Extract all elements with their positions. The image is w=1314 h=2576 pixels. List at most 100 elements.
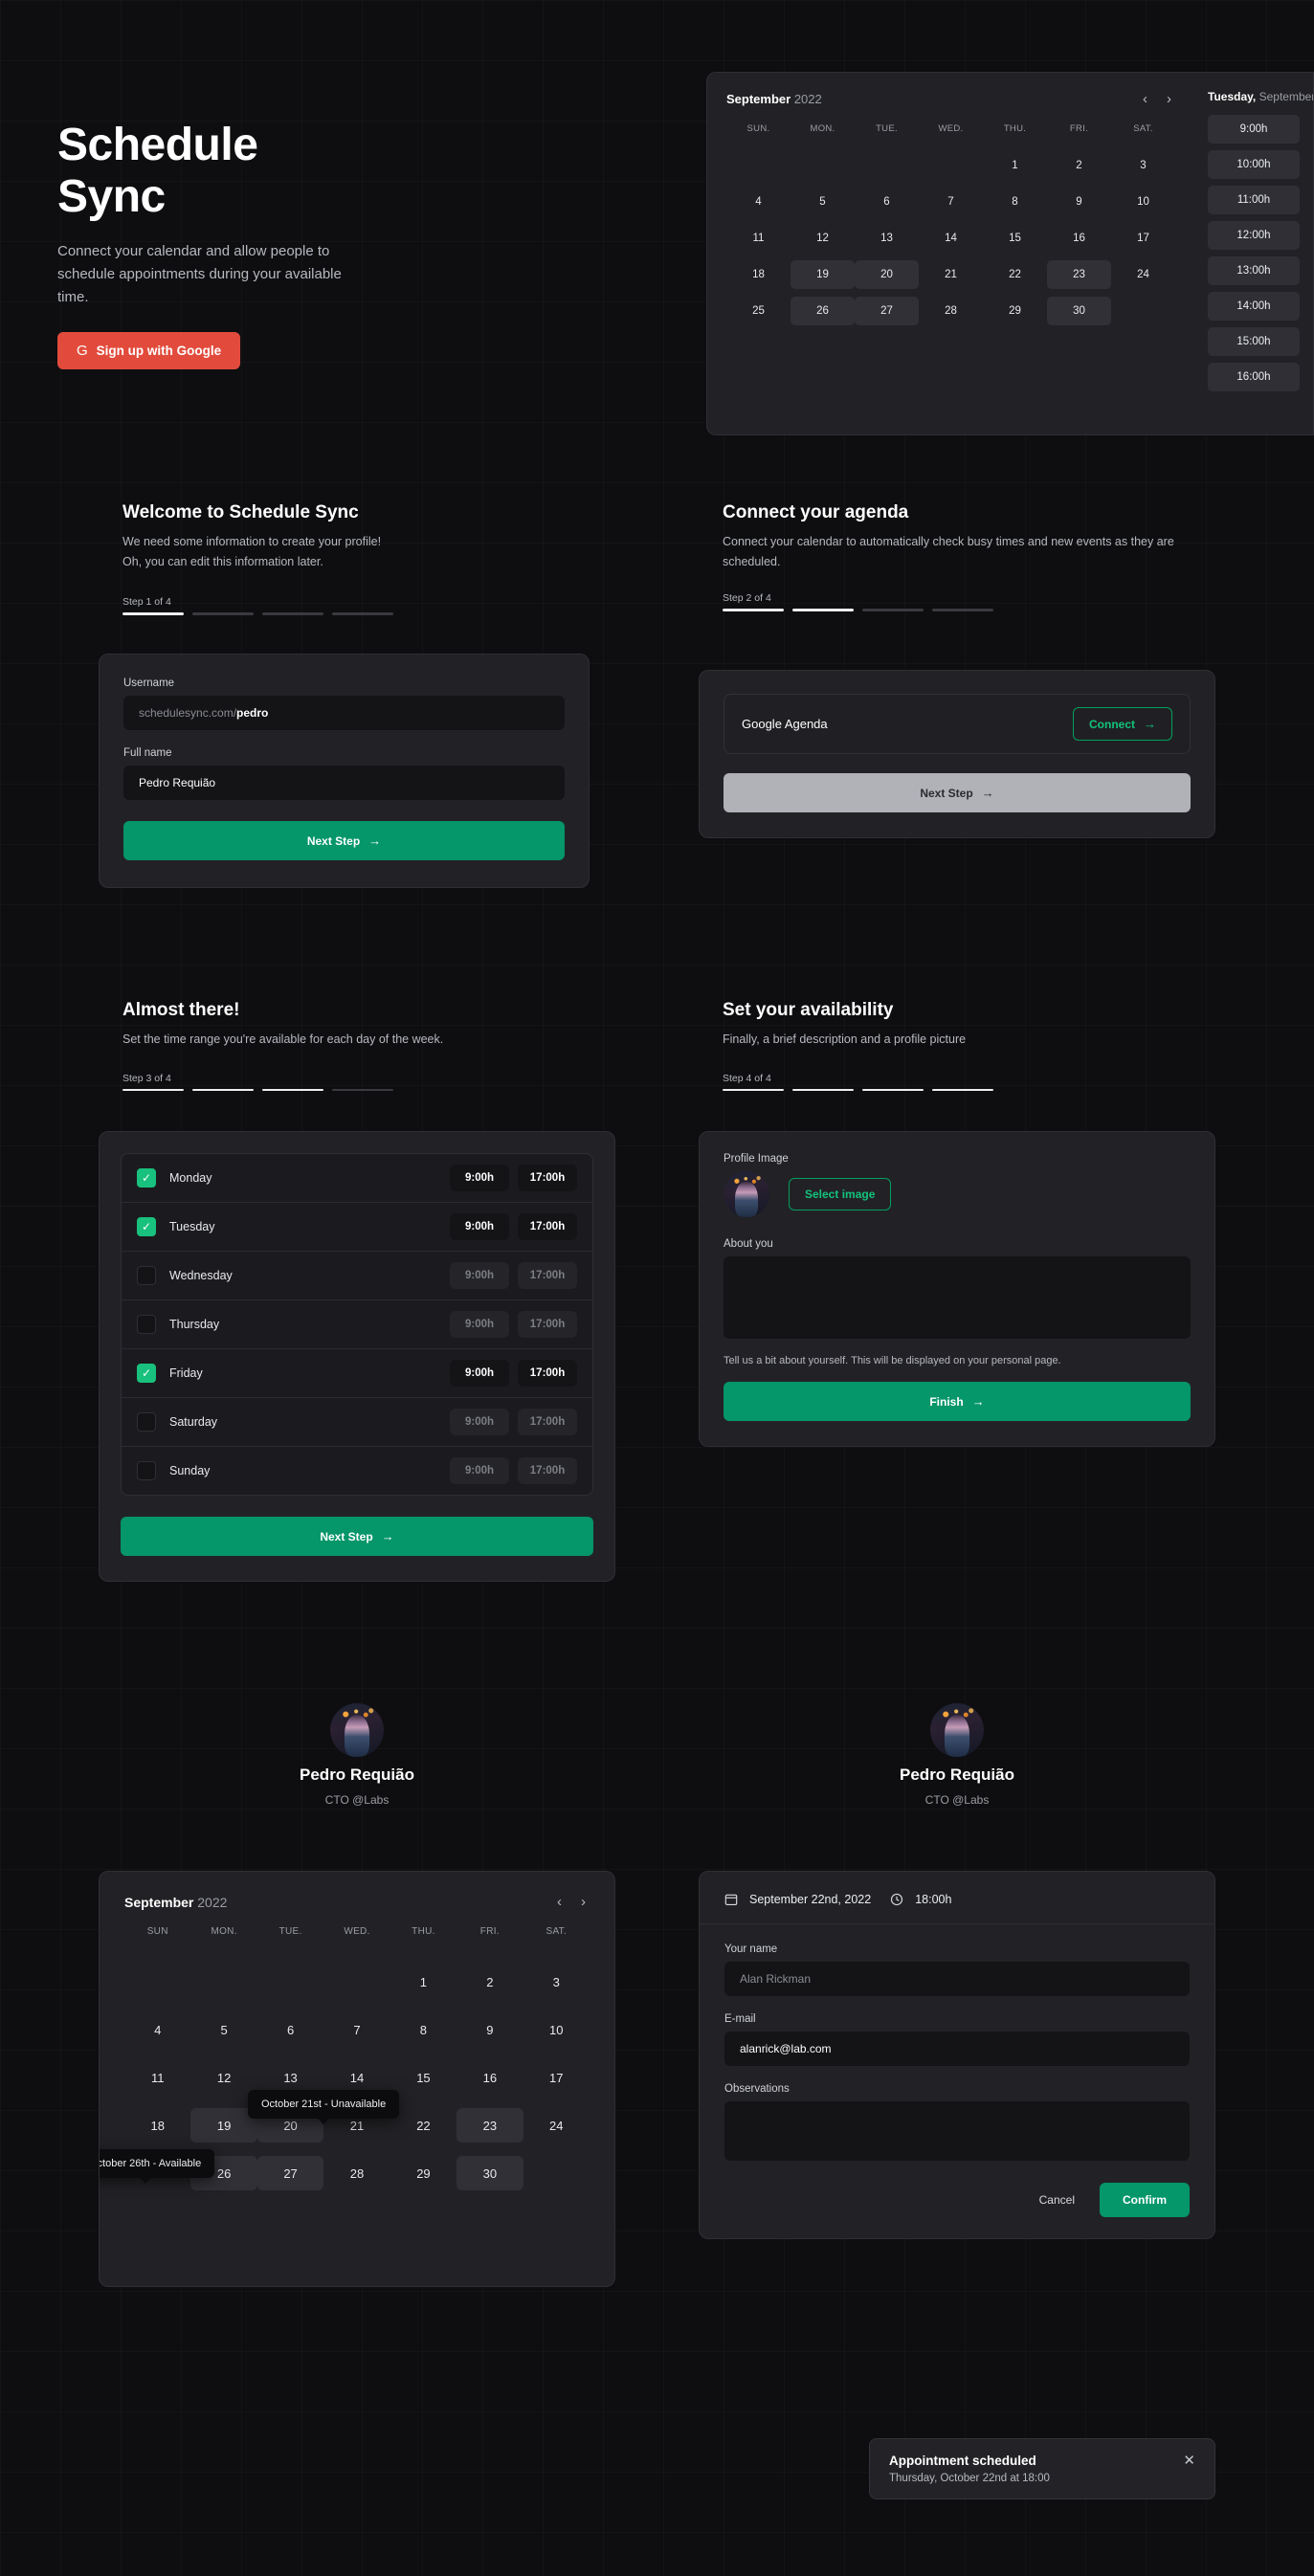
checkbox-saturday[interactable]: [137, 1412, 156, 1432]
calendar-day-30[interactable]: 30: [457, 2156, 523, 2190]
calendar-day-21[interactable]: 21: [919, 260, 983, 289]
calendar-day-4[interactable]: 4: [726, 188, 791, 216]
calendar-day-5[interactable]: 5: [190, 2012, 256, 2047]
calendar-day-11[interactable]: 11: [124, 2060, 190, 2095]
start-time-saturday[interactable]: 9:00h: [450, 1409, 509, 1435]
calendar-day-1[interactable]: 1: [390, 1965, 457, 1999]
calendar-day-29[interactable]: 29: [390, 2156, 457, 2190]
calendar-day-28[interactable]: 28: [323, 2156, 390, 2190]
observations-textarea[interactable]: [724, 2101, 1190, 2161]
calendar-day-12[interactable]: 12: [791, 224, 855, 253]
time-slot-11-00h[interactable]: 11:00h: [1208, 186, 1300, 214]
calendar-day-1[interactable]: 1: [983, 151, 1047, 180]
calendar-day-18[interactable]: 18: [726, 260, 791, 289]
step-3-next-button[interactable]: Next Step →: [121, 1517, 593, 1556]
calendar-day-20[interactable]: 20: [855, 260, 919, 289]
chevron-right-icon[interactable]: ›: [1163, 90, 1175, 108]
calendar-day-27[interactable]: 27: [256, 2156, 324, 2190]
calendar-day-7[interactable]: 7: [323, 2012, 390, 2047]
calendar-day-5[interactable]: 5: [791, 188, 855, 216]
cancel-button[interactable]: Cancel: [1026, 2184, 1088, 2216]
fullname-input[interactable]: [123, 766, 565, 800]
time-slot-12-00h[interactable]: 12:00h: [1208, 221, 1300, 250]
calendar-day-9[interactable]: 9: [457, 2012, 523, 2047]
calendar-day-16[interactable]: 16: [457, 2060, 523, 2095]
calendar-day-4[interactable]: 4: [124, 2012, 190, 2047]
calendar-day-17[interactable]: 17: [523, 2060, 590, 2095]
start-time-friday[interactable]: 9:00h: [450, 1360, 509, 1387]
calendar-day-30[interactable]: 30: [1047, 297, 1111, 325]
end-time-saturday[interactable]: 17:00h: [518, 1409, 577, 1435]
chevron-right-icon[interactable]: ›: [577, 1893, 590, 1911]
calendar-day-29[interactable]: 29: [983, 297, 1047, 325]
time-slot-9-00h[interactable]: 9:00h: [1208, 115, 1300, 144]
start-time-thursday[interactable]: 9:00h: [450, 1311, 509, 1338]
calendar-day-25[interactable]: 25: [726, 297, 791, 325]
time-slot-14-00h[interactable]: 14:00h: [1208, 292, 1300, 321]
calendar-day-22[interactable]: 22: [983, 260, 1047, 289]
time-slot-13-00h[interactable]: 13:00h: [1208, 256, 1300, 285]
chevron-left-icon[interactable]: ‹: [1139, 90, 1151, 108]
calendar-day-24[interactable]: 24: [1111, 260, 1175, 289]
calendar-day-26[interactable]: 26: [791, 297, 855, 325]
end-time-thursday[interactable]: 17:00h: [518, 1311, 577, 1338]
finish-button[interactable]: Finish →: [724, 1382, 1191, 1421]
username-field[interactable]: schedulesync.com/pedro: [123, 696, 565, 730]
checkbox-thursday[interactable]: [137, 1315, 156, 1334]
close-icon[interactable]: ✕: [1183, 2454, 1195, 2468]
checkbox-wednesday[interactable]: [137, 1266, 156, 1285]
calendar-day-2[interactable]: 2: [1047, 151, 1111, 180]
calendar-day-10[interactable]: 10: [523, 2012, 590, 2047]
your-name-input[interactable]: [724, 1962, 1190, 1996]
calendar-day-6[interactable]: 6: [855, 188, 919, 216]
calendar-day-18[interactable]: 18: [124, 2108, 190, 2143]
calendar-day-8[interactable]: 8: [390, 2012, 457, 2047]
calendar-day-15[interactable]: 15: [983, 224, 1047, 253]
calendar-day-23[interactable]: 23: [457, 2108, 523, 2143]
calendar-day-12[interactable]: 12: [190, 2060, 256, 2095]
calendar-day-10[interactable]: 10: [1111, 188, 1175, 216]
end-time-tuesday[interactable]: 17:00h: [518, 1213, 577, 1240]
calendar-day-23[interactable]: 23: [1047, 260, 1111, 289]
step-1-next-button[interactable]: Next Step →: [123, 821, 565, 860]
start-time-wednesday[interactable]: 9:00h: [450, 1262, 509, 1289]
calendar-day-15[interactable]: 15: [390, 2060, 457, 2095]
sign-up-with-google-button[interactable]: G Sign up with Google: [57, 331, 241, 369]
calendar-day-17[interactable]: 17: [1111, 224, 1175, 253]
calendar-day-22[interactable]: 22: [390, 2108, 457, 2143]
calendar-day-2[interactable]: 2: [457, 1965, 523, 1999]
calendar-day-7[interactable]: 7: [919, 188, 983, 216]
calendar-day-8[interactable]: 8: [983, 188, 1047, 216]
calendar-day-19[interactable]: 19: [791, 260, 855, 289]
calendar-day-28[interactable]: 28: [919, 297, 983, 325]
checkbox-friday[interactable]: ✓: [137, 1364, 156, 1383]
calendar-day-3[interactable]: 3: [1111, 151, 1175, 180]
calendar-day-16[interactable]: 16: [1047, 224, 1111, 253]
calendar-day-27[interactable]: 27: [855, 297, 919, 325]
start-time-tuesday[interactable]: 9:00h: [450, 1213, 509, 1240]
end-time-monday[interactable]: 17:00h: [518, 1165, 577, 1191]
start-time-sunday[interactable]: 9:00h: [450, 1457, 509, 1484]
calendar-day-13[interactable]: 13: [855, 224, 919, 253]
checkbox-tuesday[interactable]: ✓: [137, 1217, 156, 1236]
time-slot-15-00h[interactable]: 15:00h: [1208, 327, 1300, 356]
calendar-day-6[interactable]: 6: [257, 2012, 323, 2047]
calendar-day-9[interactable]: 9: [1047, 188, 1111, 216]
calendar-day-24[interactable]: 24: [523, 2108, 590, 2143]
step-2-next-button[interactable]: Next Step →: [724, 773, 1191, 812]
confirm-button[interactable]: Confirm: [1100, 2183, 1190, 2217]
time-slot-10-00h[interactable]: 10:00h: [1208, 150, 1300, 179]
calendar-day-14[interactable]: 14: [919, 224, 983, 253]
select-image-button[interactable]: Select image: [789, 1178, 892, 1210]
chevron-left-icon[interactable]: ‹: [553, 1893, 566, 1911]
checkbox-monday[interactable]: ✓: [137, 1168, 156, 1188]
end-time-friday[interactable]: 17:00h: [518, 1360, 577, 1387]
start-time-monday[interactable]: 9:00h: [450, 1165, 509, 1191]
end-time-wednesday[interactable]: 17:00h: [518, 1262, 577, 1289]
end-time-sunday[interactable]: 17:00h: [518, 1457, 577, 1484]
checkbox-sunday[interactable]: [137, 1461, 156, 1480]
about-you-textarea[interactable]: [724, 1256, 1191, 1339]
time-slot-16-00h[interactable]: 16:00h: [1208, 363, 1300, 391]
calendar-day-3[interactable]: 3: [523, 1965, 590, 1999]
connect-agenda-button[interactable]: Connect →: [1073, 707, 1172, 741]
